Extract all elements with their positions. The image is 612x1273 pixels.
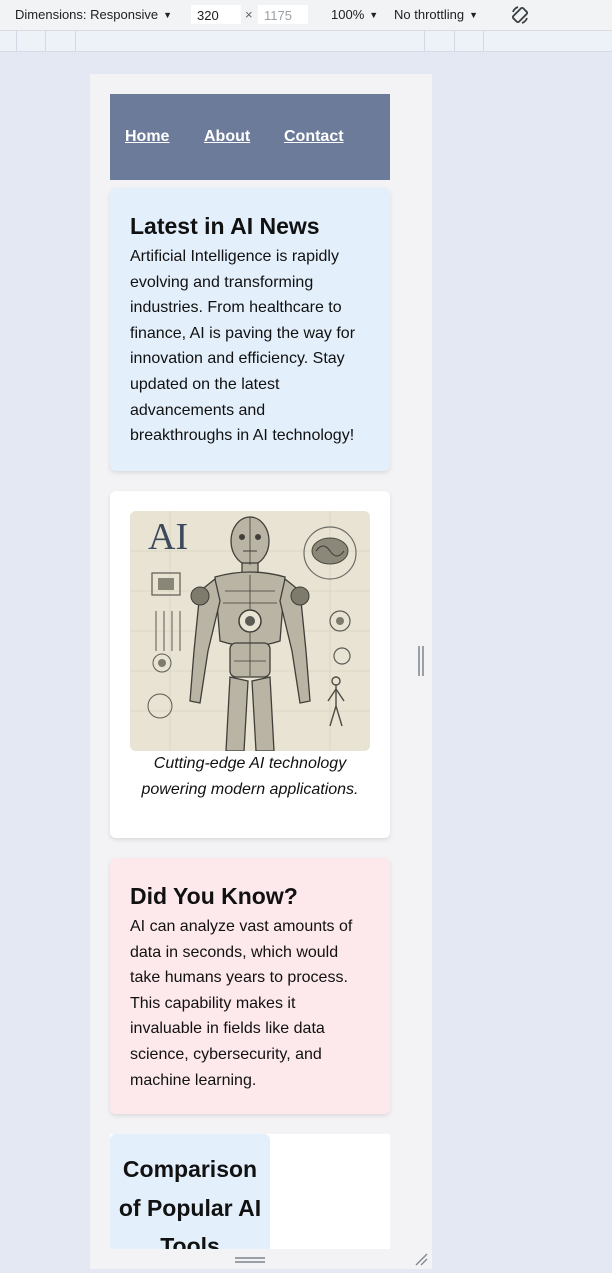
times-separator: ×: [245, 7, 253, 22]
rotate-icon[interactable]: [509, 4, 531, 26]
zoom-dropdown[interactable]: 100% ▼: [331, 7, 378, 22]
nav-home-link[interactable]: Home: [125, 128, 169, 146]
chevron-down-icon: ▼: [469, 10, 479, 20]
width-input[interactable]: 320: [191, 5, 241, 24]
comparison-heading: Comparison of Popular AI Tools: [118, 1156, 262, 1249]
device-viewport: Home About Contact Latest in AI News Art…: [90, 74, 432, 1249]
dimensions-label: Dimensions: Responsive: [15, 7, 159, 22]
resize-corner-icon[interactable]: [414, 1252, 428, 1266]
did-you-know-body: AI can analyze vast amounts of data in s…: [130, 918, 353, 1089]
comparison-section: Comparison of Popular AI Tools: [110, 1134, 390, 1249]
image-caption: Cutting-edge AI technology powering mode…: [141, 755, 359, 798]
news-body: Artificial Intelligence is rapidly evolv…: [130, 248, 356, 445]
main-nav: Home About Contact: [110, 94, 390, 180]
robot-illustration: AI: [130, 511, 370, 751]
zoom-label: 100%: [331, 7, 365, 22]
image-ai-lettering: AI: [148, 516, 188, 558]
chevron-down-icon: ▼: [163, 10, 172, 20]
ai-robot-image: AI: [130, 511, 370, 751]
figure-card: AI Cutting-edge AI technology powering m…: [110, 491, 390, 838]
chevron-down-icon: ▼: [369, 10, 379, 20]
viewport-bottom-bar: [90, 1249, 432, 1269]
resize-handle-bottom[interactable]: [235, 1257, 265, 1263]
nav-about-link[interactable]: About: [204, 128, 250, 146]
height-input[interactable]: 1175: [258, 5, 308, 24]
resize-handle-right[interactable]: [418, 646, 425, 676]
did-you-know-card: Did You Know? AI can analyze vast amount…: [110, 858, 390, 1114]
devtools-toolbar: Dimensions: Responsive ▼ 320 × 1175 100% ▼…: [0, 0, 612, 31]
throttling-label: No throttling: [394, 7, 465, 22]
did-you-know-heading: Did You Know?: [130, 883, 298, 909]
nav-contact-link[interactable]: Contact: [284, 128, 344, 146]
news-card: Latest in AI News Artificial Intelligenc…: [110, 188, 390, 471]
comparison-header-cell: Comparison of Popular AI Tools: [110, 1134, 270, 1249]
dimensions-dropdown[interactable]: Dimensions: Responsive ▼: [15, 7, 172, 22]
throttling-dropdown[interactable]: No throttling ▼: [394, 7, 478, 22]
news-heading: Latest in AI News: [130, 213, 320, 239]
media-query-ruler: [0, 31, 612, 52]
